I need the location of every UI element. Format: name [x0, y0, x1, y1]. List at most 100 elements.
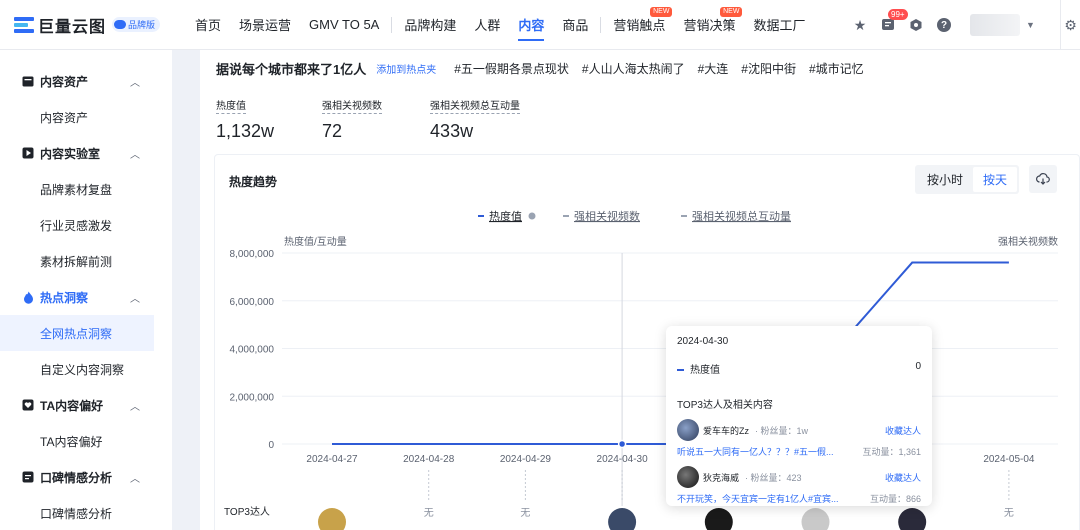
series-swatch — [677, 369, 684, 372]
chevron-down-icon: ▼ — [1026, 20, 1035, 30]
avatar — [677, 466, 699, 488]
stat-value: 1,132w — [216, 121, 275, 141]
toggle-hourly[interactable]: 按小时 — [917, 167, 973, 192]
influencer-fans: · 粉丝量：1w — [755, 425, 809, 436]
sidebar-group-hot-insight[interactable]: 热点洞察 ︿ — [0, 279, 172, 315]
nav-divider — [391, 16, 393, 33]
video-link[interactable]: 听说五一大同有一亿人？？？#五一假... — [677, 445, 834, 458]
nav-scene-ops[interactable]: 场景运营 — [230, 0, 300, 50]
stats-row: 热度值 1,132w 强相关视频数 72 强相关视频总互动量 433w — [216, 97, 568, 142]
nav-divider — [600, 16, 602, 33]
new-badge: NEW — [650, 6, 673, 17]
sidebar-group-content-lab[interactable]: 内容实验室 ︿ — [0, 135, 172, 171]
nav-home[interactable]: 首页 — [186, 0, 230, 50]
nav-data-factory[interactable]: 数据工厂 — [744, 0, 814, 50]
granularity-toggle: 按小时 按天 — [915, 165, 1020, 194]
collect-influencer-button[interactable]: 收藏达人 — [885, 424, 921, 437]
sidebar-item-sentiment[interactable]: 口碑情感分析 — [0, 495, 172, 530]
topic-title: 据说每个城市都来了1亿人 — [216, 62, 367, 77]
sidebar: 内容资产 ︿ 内容资产 内容实验室 ︿ 品牌素材复盘 行业灵感激发 素材拆解前测 热… — [0, 50, 172, 530]
tooltip-date: 2024-04-30 — [677, 336, 729, 347]
add-to-hot-folder-link[interactable]: 添加到热点夹 — [376, 61, 436, 76]
chevron-up-icon: ︿ — [130, 149, 140, 161]
topic-card: 据说每个城市都来了1亿人 添加到热点夹 #五一假期各景点现状 #人山人海太热闹了… — [200, 50, 1080, 530]
chart-tooltip: 2024-04-30 热度值 0 TOP3达人及相关内容 爱车车的Zz · 粉丝… — [666, 326, 932, 506]
cloud-icon — [114, 20, 127, 29]
chevron-up-icon: ︿ — [130, 401, 140, 413]
new-badge: NEW — [720, 6, 743, 17]
topic-tag[interactable]: #人山人海太热闹了 — [582, 60, 685, 77]
topic-header: 据说每个城市都来了1亿人 添加到热点夹 #五一假期各景点现状 #人山人海太热闹了… — [216, 59, 877, 78]
topic-tag[interactable]: #大连 — [698, 60, 729, 77]
stat-interactions: 强相关视频总互动量 433w — [430, 97, 521, 142]
sidebar-item-network-hot-insight[interactable]: 全网热点洞察 — [0, 315, 154, 351]
help-icon[interactable]: ? — [936, 17, 952, 33]
influencer-name: 狄克海威 — [703, 472, 740, 483]
chevron-up-icon: ︿ — [130, 473, 140, 485]
sidebar-group-ta-preference[interactable]: TA内容偏好 ︿ — [0, 387, 172, 423]
message-icon[interactable]: 99+ — [880, 9, 908, 33]
video-interactions: 互动量：1,361 — [862, 447, 921, 457]
nav-marketing-touch[interactable]: 营销触点 NEW — [604, 0, 674, 50]
influencer-row: 爱车车的Zz · 粉丝量：1w 收藏达人 — [677, 419, 921, 441]
sidebar-item-industry-inspiration[interactable]: 行业灵感激发 — [0, 207, 172, 243]
account-menu[interactable]: ▼ — [970, 8, 1046, 42]
download-icon[interactable] — [1029, 165, 1057, 193]
main-content: 据说每个城市都来了1亿人 添加到热点夹 #五一假期各景点现状 #人山人海太热闹了… — [172, 50, 1080, 530]
star-icon[interactable]: ★ — [852, 17, 868, 33]
chat-icon — [22, 471, 34, 483]
nav-gmv-to-5a[interactable]: GMV TO 5A — [300, 0, 388, 50]
play-icon — [22, 147, 34, 159]
topic-tag[interactable]: #沈阳中街 — [741, 60, 796, 77]
influencer-row: 狄克海威 · 粉丝量：423 收藏达人 — [677, 466, 921, 488]
stat-videos: 强相关视频数 72 — [322, 97, 383, 142]
topic-tag[interactable]: #五一假期各景点现状 — [454, 60, 569, 77]
logo[interactable]: 巨量云图 品牌版 — [14, 13, 164, 37]
sidebar-item-asset-pretest[interactable]: 素材拆解前测 — [0, 243, 172, 279]
chevron-up-icon: ︿ — [130, 77, 140, 89]
nav-brand-build[interactable]: 品牌构建 — [395, 0, 465, 50]
sidebar-item-brand-review[interactable]: 品牌素材复盘 — [0, 171, 172, 207]
top-nav: 巨量云图 品牌版 首页 场景运营 GMV TO 5A 品牌构建 人群 内容 商品… — [0, 0, 1080, 50]
tooltip-section-title: TOP3达人及相关内容 — [677, 400, 773, 411]
video-interactions: 互动量：866 — [869, 494, 921, 504]
heart-icon — [22, 399, 34, 411]
related-video: 听说五一大同有一亿人？？？#五一假... 互动量：1,361 — [677, 445, 921, 458]
avatar — [970, 14, 1020, 36]
logo-text: 巨量云图 — [38, 18, 107, 36]
nav-content[interactable]: 内容 — [509, 0, 553, 50]
toggle-daily[interactable]: 按天 — [973, 167, 1018, 192]
stat-label: 强相关视频总互动量 — [430, 97, 521, 114]
main-nav: 首页 场景运营 GMV TO 5A 品牌构建 人群 内容 商品 营销触点 NEW … — [186, 0, 814, 50]
sidebar-group-content-assets[interactable]: 内容资产 ︿ — [0, 63, 172, 99]
stat-label: 热度值 — [216, 97, 246, 114]
nav-product[interactable]: 商品 — [553, 0, 597, 50]
logo-icon — [14, 16, 34, 34]
hexagon-icon[interactable] — [908, 17, 924, 33]
sidebar-item-ta-preference[interactable]: TA内容偏好 — [0, 423, 172, 459]
sidebar-group-sentiment[interactable]: 口碑情感分析 ︿ — [0, 459, 172, 495]
sidebar-item-custom-insight[interactable]: 自定义内容洞察 — [0, 351, 172, 387]
chevron-up-icon: ︿ — [130, 293, 140, 305]
stat-label: 强相关视频数 — [322, 97, 383, 114]
stat-value: 72 — [322, 121, 343, 141]
message-count-badge: 99+ — [888, 9, 908, 20]
collect-influencer-button[interactable]: 收藏达人 — [885, 471, 921, 484]
flame-icon — [22, 291, 34, 304]
nav-marketing-decision[interactable]: 营销决策 NEW — [674, 0, 744, 50]
folder-icon — [22, 75, 34, 87]
brand-badge: 品牌版 — [112, 17, 161, 32]
related-video: 不开玩笑，今天宜宾一定有1亿人#宜宾... 互动量：866 — [677, 492, 921, 505]
tooltip-series-value: 0 — [915, 361, 921, 372]
avatar — [677, 419, 699, 441]
nav-audience[interactable]: 人群 — [465, 0, 509, 50]
sidebar-item-content-assets[interactable]: 内容资产 — [0, 99, 172, 135]
topic-tags: #五一假期各景点现状 #人山人海太热闹了 #大连 #沈阳中街 #城市记忆 — [454, 60, 876, 77]
influencer-name: 爱车车的Zz — [703, 425, 749, 436]
video-link[interactable]: 不开玩笑，今天宜宾一定有1亿人#宜宾... — [677, 492, 839, 505]
trend-title: 热度趋势 — [229, 175, 278, 189]
topic-tag[interactable]: #城市记忆 — [809, 60, 864, 77]
gear-icon[interactable]: ⚙ — [1060, 0, 1080, 50]
trend-panel: 热度趋势 按小时 按天 — [214, 154, 1080, 530]
tooltip-series: 热度值 0 — [677, 361, 921, 376]
